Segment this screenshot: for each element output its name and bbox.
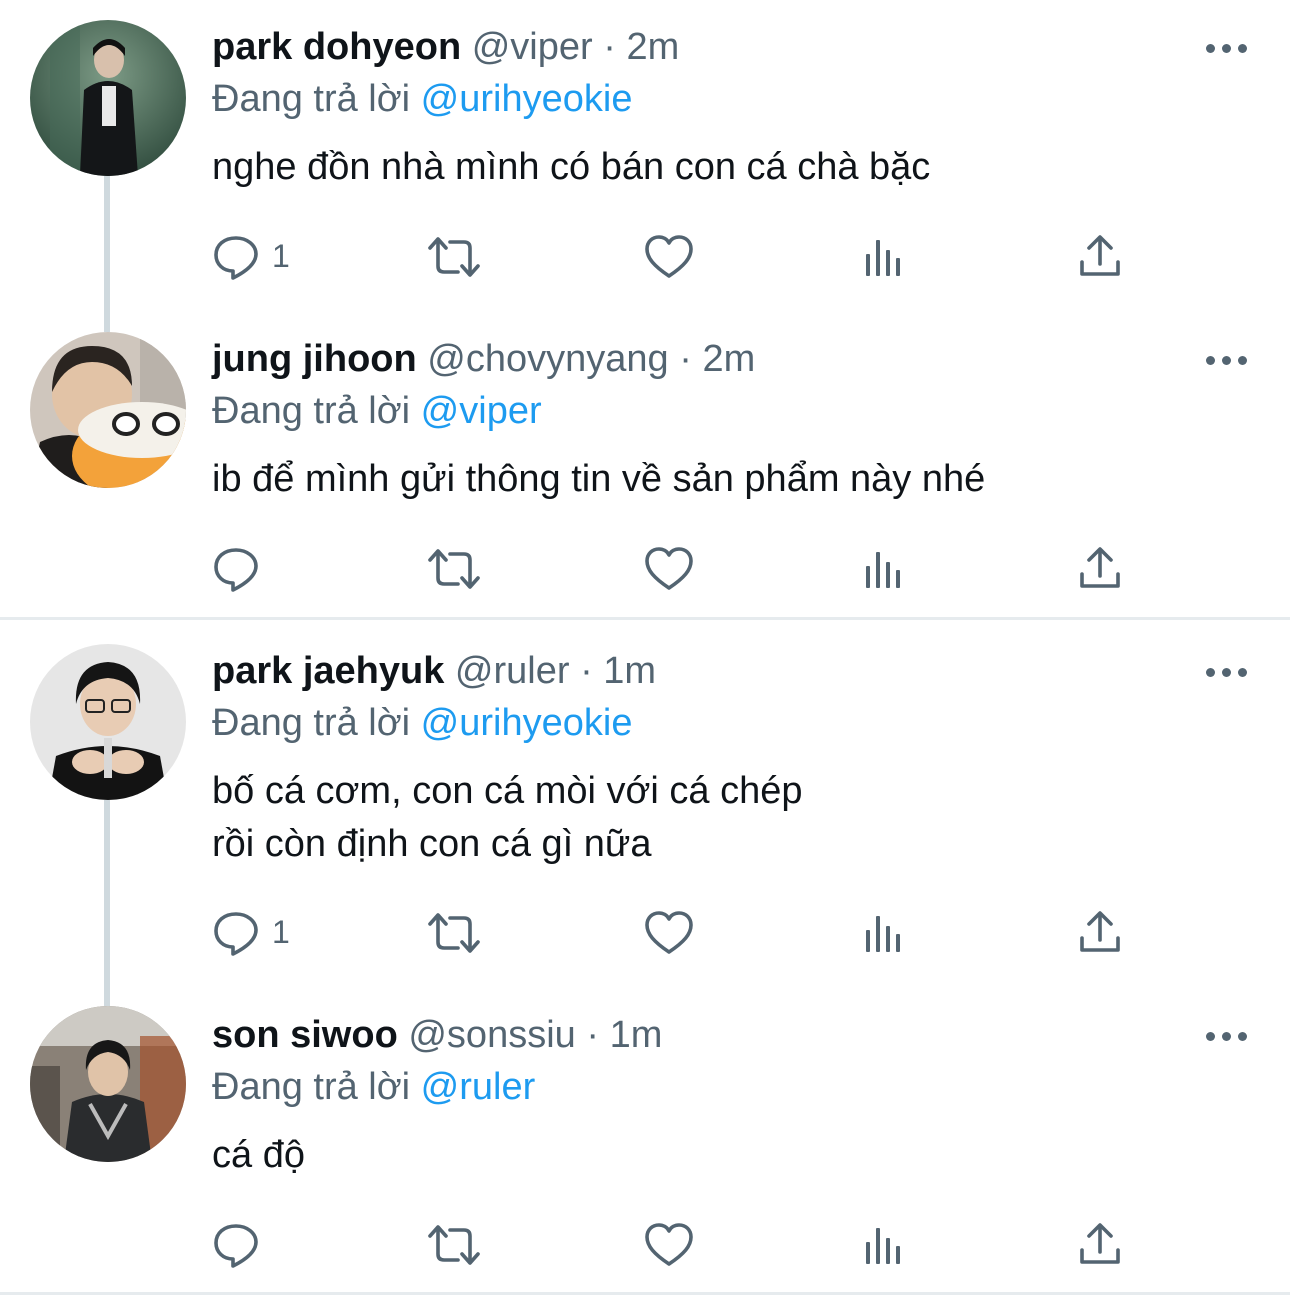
share-button[interactable] — [1078, 1220, 1122, 1270]
bottom-divider — [0, 1292, 1290, 1295]
replying-to: Đang trả lời @urihyeokie — [212, 74, 632, 124]
replying-to: Đang trả lời @viper — [212, 386, 542, 436]
retweet-icon — [428, 549, 480, 589]
reply-button[interactable] — [212, 544, 302, 594]
display-name[interactable]: park jaehyuk — [212, 650, 444, 692]
display-name[interactable]: son siwoo — [212, 1014, 398, 1056]
replying-label: Đang trả lời — [212, 702, 411, 744]
reply-button[interactable]: 1 — [212, 908, 302, 958]
reply-mention-link[interactable]: @ruler — [421, 1066, 536, 1108]
like-icon — [645, 547, 693, 590]
share-icon — [1080, 1223, 1120, 1264]
tweet-actions: 1 — [212, 908, 1152, 958]
username[interactable]: @chovynyang — [427, 338, 668, 380]
display-name[interactable]: jung jihoon — [212, 338, 417, 380]
username[interactable]: @viper — [472, 26, 593, 68]
tweet-header: park jaehyuk @ruler · 1m — [212, 646, 656, 696]
more-icon[interactable] — [1206, 662, 1250, 682]
replying-label: Đang trả lời — [212, 78, 411, 120]
views-button[interactable] — [864, 544, 908, 594]
share-icon — [1080, 547, 1120, 588]
share-icon — [1080, 235, 1120, 276]
more-icon[interactable] — [1206, 1026, 1250, 1046]
username[interactable]: @ruler — [455, 650, 570, 692]
separator-dot: · — [603, 26, 616, 68]
views-button[interactable] — [864, 1220, 908, 1270]
like-icon — [645, 235, 693, 278]
separator-dot: · — [580, 650, 593, 692]
timestamp[interactable]: 2m — [626, 26, 679, 68]
tweet-text: cá độ — [212, 1134, 305, 1176]
views-icon — [866, 916, 900, 952]
reply-button[interactable]: 1 — [212, 232, 302, 282]
like-icon — [645, 1223, 693, 1266]
views-icon — [866, 1228, 900, 1264]
thread-1: park dohyeon @viper · 2m Đang trả lời @u… — [0, 0, 1290, 618]
share-button[interactable] — [1078, 232, 1122, 282]
replying-to: Đang trả lời @ruler — [212, 1062, 535, 1112]
tweet[interactable]: park jaehyuk @ruler · 1m Đang trả lời @u… — [0, 620, 1290, 1006]
retweet-button[interactable] — [426, 1220, 482, 1270]
timestamp[interactable]: 1m — [603, 650, 656, 692]
more-icon[interactable] — [1206, 38, 1250, 58]
retweet-icon — [428, 913, 480, 953]
avatar[interactable] — [30, 20, 186, 176]
reply-count: 1 — [272, 238, 290, 274]
replying-to: Đang trả lời @urihyeokie — [212, 698, 632, 748]
like-icon — [645, 911, 693, 954]
views-button[interactable] — [864, 908, 908, 958]
tweet[interactable]: son siwoo @sonssiu · 1m Đang trả lời @ru… — [0, 1006, 1290, 1292]
tweet-text: ib để mình gửi thông tin về sản phẩm này… — [212, 458, 986, 500]
reply-button[interactable] — [212, 1220, 302, 1270]
tweet-header: park dohyeon @viper · 2m — [212, 22, 679, 72]
like-button[interactable] — [644, 232, 694, 282]
timestamp[interactable]: 2m — [702, 338, 755, 380]
reply-mention-link[interactable]: @urihyeokie — [421, 78, 633, 120]
reply-mention-link[interactable]: @urihyeokie — [421, 702, 633, 744]
tweet-header: jung jihoon @chovynyang · 2m — [212, 334, 755, 384]
replying-label: Đang trả lời — [212, 390, 411, 432]
reply-count: 1 — [272, 914, 290, 950]
tweet[interactable]: park dohyeon @viper · 2m Đang trả lời @u… — [0, 0, 1290, 320]
tweet-actions: 1 — [212, 232, 1152, 282]
avatar[interactable] — [30, 644, 186, 800]
tweet[interactable]: jung jihoon @chovynyang · 2m Đang trả lờ… — [0, 320, 1290, 618]
tweet-text: nghe đồn nhà mình có bán con cá chà bặc — [212, 146, 931, 188]
views-button[interactable] — [864, 232, 908, 282]
username[interactable]: @sonssiu — [408, 1014, 575, 1056]
like-button[interactable] — [644, 544, 694, 594]
share-button[interactable] — [1078, 544, 1122, 594]
retweet-icon — [428, 1225, 480, 1265]
retweet-button[interactable] — [426, 232, 482, 282]
tweet-actions — [212, 1220, 1152, 1270]
reply-mention-link[interactable]: @viper — [421, 390, 542, 432]
retweet-icon — [428, 237, 480, 277]
separator-dot: · — [679, 338, 692, 380]
tweet-header: son siwoo @sonssiu · 1m — [212, 1010, 662, 1060]
thread-2: park jaehyuk @ruler · 1m Đang trả lời @u… — [0, 620, 1290, 1296]
reply-icon — [214, 548, 258, 592]
retweet-button[interactable] — [426, 908, 482, 958]
avatar[interactable] — [30, 1006, 186, 1162]
like-button[interactable] — [644, 908, 694, 958]
reply-icon — [214, 236, 258, 280]
views-icon — [866, 552, 900, 588]
reply-icon — [214, 912, 258, 956]
timestamp[interactable]: 1m — [610, 1014, 663, 1056]
more-icon[interactable] — [1206, 350, 1250, 370]
retweet-button[interactable] — [426, 544, 482, 594]
tweet-actions — [212, 544, 1152, 594]
views-icon — [866, 240, 900, 276]
share-icon — [1080, 911, 1120, 952]
reply-icon — [214, 1224, 258, 1268]
replying-label: Đang trả lời — [212, 1066, 411, 1108]
like-button[interactable] — [644, 1220, 694, 1270]
separator-dot: · — [586, 1014, 599, 1056]
avatar[interactable] — [30, 332, 186, 488]
tweet-text: bố cá cơm, con cá mòi với cá chép rồi cò… — [212, 770, 803, 865]
display-name[interactable]: park dohyeon — [212, 26, 461, 68]
share-button[interactable] — [1078, 908, 1122, 958]
